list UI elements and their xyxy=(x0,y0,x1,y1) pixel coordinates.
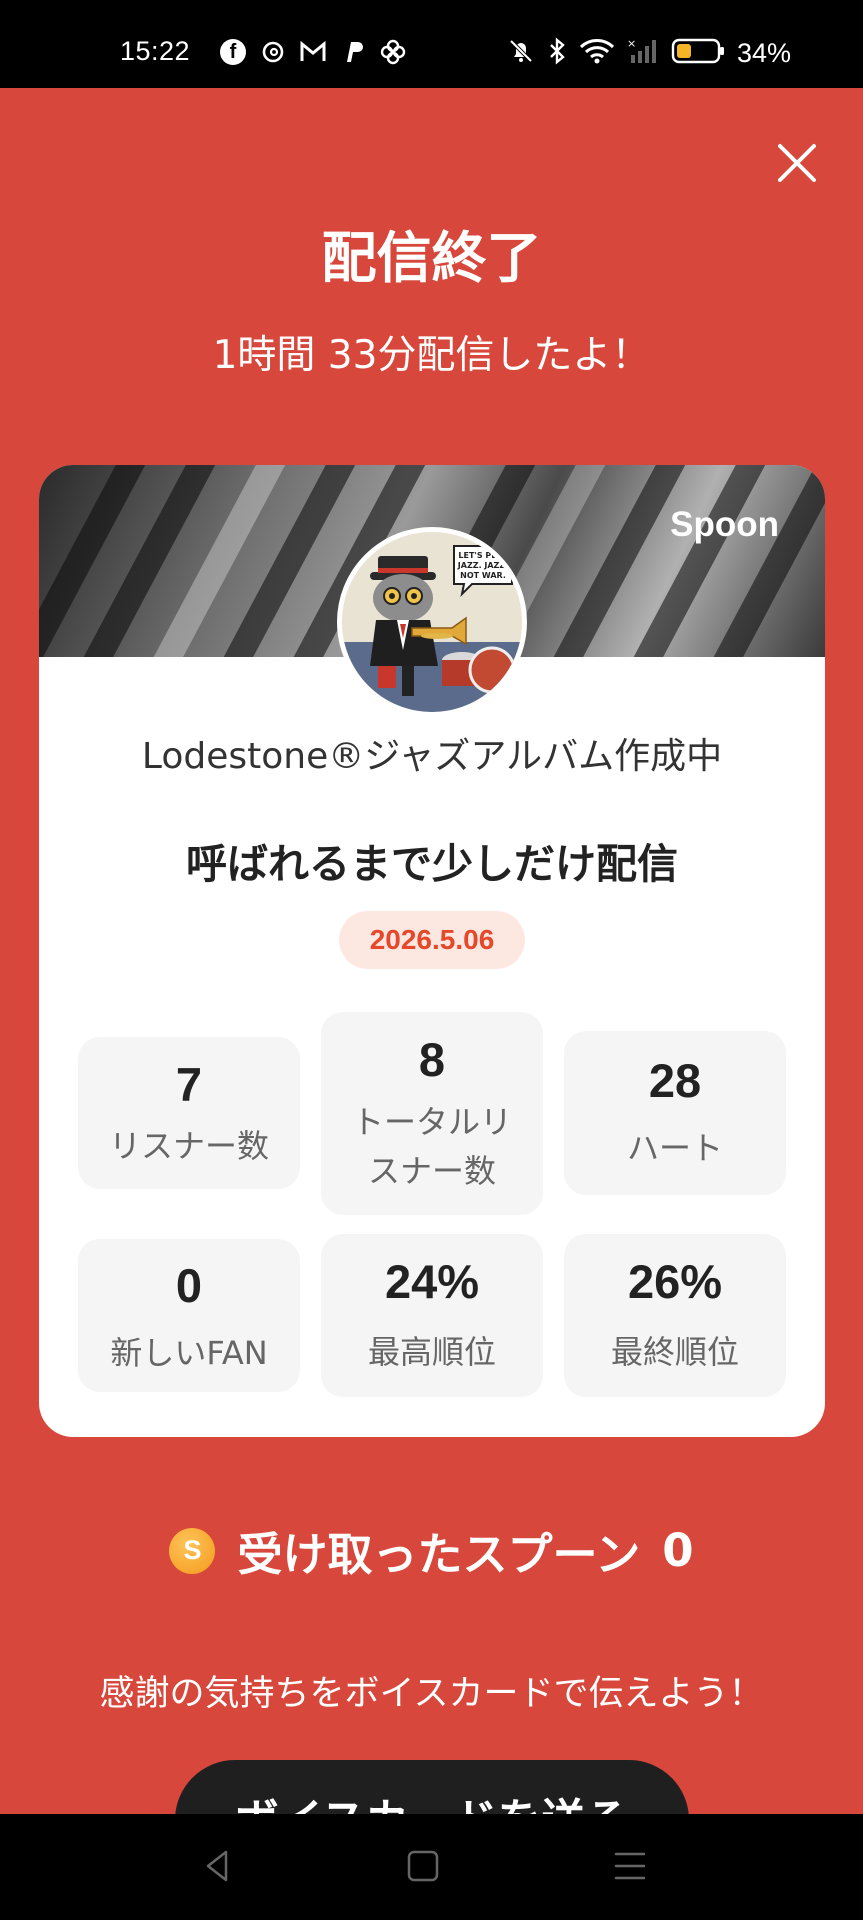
user-name: Lodestone®ジャズアルバム作成中 xyxy=(141,736,723,777)
wifi-icon xyxy=(579,37,615,69)
spoon-coin-icon: S xyxy=(169,1527,216,1574)
battery-level xyxy=(676,44,691,58)
stat-label: 新しいFAN xyxy=(110,1334,268,1372)
mute-bell-icon xyxy=(507,37,535,69)
stat-value: 8 xyxy=(418,1033,446,1086)
menu-icon xyxy=(614,1852,646,1880)
jazz-cat-avatar-image: LET'S PLAY JAZZ. JAZZ, NOT WAR. xyxy=(342,532,522,712)
broadcast-end-screen: 配信終了 1時間 33分配信したよ！ Spoon LET'S PLAY JAZZ… xyxy=(0,88,863,1814)
back-icon xyxy=(206,1850,228,1882)
spoons-count: 0 xyxy=(662,1524,694,1577)
stat-value: 7 xyxy=(175,1058,203,1111)
stat-total-listeners: 8 トータルリ スナー数 xyxy=(321,1012,543,1215)
status-app-icons: f xyxy=(220,39,406,65)
stat-label: リスナー数 xyxy=(108,1127,269,1165)
stat-label-line2: スナー数 xyxy=(367,1152,496,1190)
close-button[interactable] xyxy=(772,138,822,188)
stat-listeners: 7 リスナー数 xyxy=(78,1037,300,1189)
back-button[interactable] xyxy=(196,1844,240,1888)
spoons-received: S 受け取ったスプーン 0 xyxy=(0,1518,863,1583)
broadcast-duration: 1時間 33分配信したよ！ xyxy=(212,333,651,378)
stat-label: 最高順位 xyxy=(367,1333,496,1371)
facebook-icon: f xyxy=(220,39,246,65)
send-voice-card-button[interactable]: ボイスカードを送る xyxy=(175,1760,689,1814)
battery-icon xyxy=(671,37,725,69)
spoon-logo: Spoon xyxy=(670,505,779,544)
status-time: 15:22 xyxy=(120,36,191,66)
threads-icon xyxy=(260,39,286,65)
stat-highest-rank: 24% 最高順位 xyxy=(321,1234,543,1397)
thanks-message: 感謝の気持ちをボイスカードで伝えよう！ xyxy=(99,1674,764,1714)
stat-label: 最終順位 xyxy=(610,1333,739,1371)
page-title: 配信終了 xyxy=(321,226,542,290)
bluetooth-icon xyxy=(547,37,567,69)
home-icon xyxy=(407,1850,439,1882)
broadcast-title: 呼ばれるまで少しだけ配信 xyxy=(186,840,678,888)
navigation-bar xyxy=(0,1814,863,1920)
svg-text:×: × xyxy=(627,37,636,50)
stat-label-line1: トータルリ xyxy=(351,1103,512,1141)
spoons-label: 受け取ったスプーン xyxy=(237,1528,641,1581)
screen: 15:22 f × 34% 配信終了 1時間 33分配信したよ！ Spoon L… xyxy=(0,0,863,1920)
avatar: LET'S PLAY JAZZ. JAZZ, NOT WAR. xyxy=(337,527,527,717)
gmail-icon xyxy=(300,39,326,65)
stat-final-rank: 26% 最終順位 xyxy=(564,1234,786,1397)
svg-text:JAZZ. JAZZ,: JAZZ. JAZZ, xyxy=(457,561,508,570)
status-bar: 15:22 f × 34% xyxy=(0,0,863,88)
stat-label: ハート xyxy=(626,1129,723,1167)
pinwheel-icon xyxy=(380,39,406,65)
stat-value: 26% xyxy=(627,1255,723,1308)
broadcast-summary-card: Spoon LET'S PLAY JAZZ. JAZZ, NOT WAR. Lo… xyxy=(39,465,825,1437)
close-icon xyxy=(778,144,816,182)
paypal-icon xyxy=(340,39,366,65)
stat-new-fans: 0 新しいFAN xyxy=(78,1239,300,1392)
battery-percent: 34% xyxy=(736,37,791,68)
svg-text:NOT WAR.: NOT WAR. xyxy=(460,571,506,580)
stat-value: 24% xyxy=(384,1255,480,1308)
menu-button[interactable] xyxy=(608,1844,652,1888)
stat-value: 0 xyxy=(175,1259,203,1312)
signal-icon: × xyxy=(627,37,659,69)
stat-hearts: 28 ハート xyxy=(564,1031,786,1195)
status-right: × 34% xyxy=(507,37,791,69)
home-button[interactable] xyxy=(401,1844,445,1888)
date-badge: 2026.5.06 xyxy=(339,911,525,969)
stat-value: 28 xyxy=(648,1054,702,1107)
